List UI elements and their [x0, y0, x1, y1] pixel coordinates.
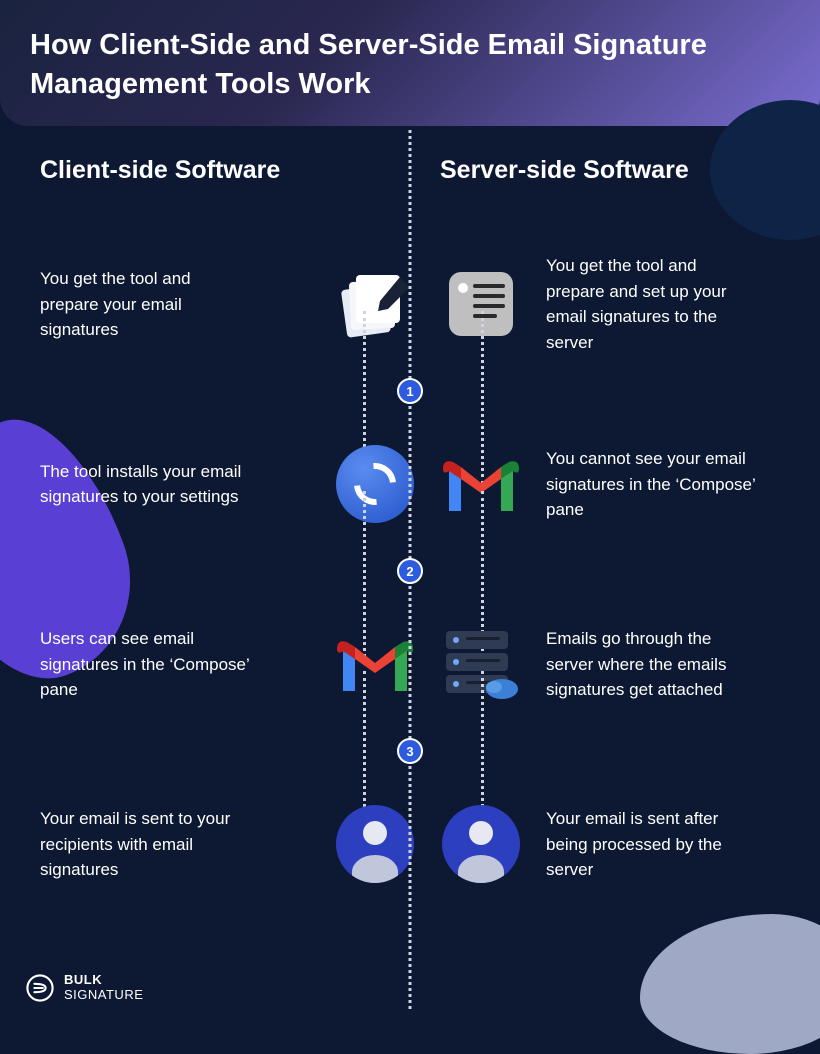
- sync-icon: [334, 443, 416, 525]
- step-item: Emails go through the server where the e…: [410, 589, 780, 739]
- user-icon: [440, 803, 522, 885]
- step-item: You get the tool and prepare and set up …: [410, 229, 780, 379]
- step-item: You get the tool and prepare your email …: [40, 229, 410, 379]
- gmail-icon: [334, 623, 416, 705]
- client-side-column: Client-side Software You get the tool an…: [40, 156, 410, 949]
- step-text: You get the tool and prepare and set up …: [546, 253, 756, 355]
- step-item: Users can see email signatures in the ‘C…: [40, 589, 410, 739]
- step-text: Your email is sent after being processed…: [546, 806, 756, 883]
- brand-logo: BULK SIGNATURE: [26, 973, 143, 1002]
- column-heading: Server-side Software: [410, 156, 780, 185]
- header: How Client-Side and Server-Side Email Si…: [0, 0, 820, 126]
- step-number-badge: 1: [397, 378, 423, 404]
- step-text: The tool installs your email signatures …: [40, 459, 250, 510]
- step-text: Users can see email signatures in the ‘C…: [40, 626, 250, 703]
- user-icon: [334, 803, 416, 885]
- logo-mark-icon: [26, 974, 54, 1002]
- step-item: Your email is sent to your recipients wi…: [40, 769, 410, 919]
- diagram-content: 1 2 3 Client-side Software You get the t…: [0, 126, 820, 969]
- page-title: How Client-Side and Server-Side Email Si…: [30, 26, 790, 104]
- step-item: You cannot see your email signatures in …: [410, 409, 780, 559]
- step-item: The tool installs your email signatures …: [40, 409, 410, 559]
- step-text: You get the tool and prepare your email …: [40, 266, 250, 343]
- server-side-column: Server-side Software You get the tool an…: [410, 156, 780, 949]
- step-text: You cannot see your email signatures in …: [546, 446, 756, 523]
- step-text: Emails go through the server where the e…: [546, 626, 756, 703]
- column-heading: Client-side Software: [40, 156, 410, 185]
- step-number-badge: 2: [397, 558, 423, 584]
- document-pen-icon: [334, 263, 416, 345]
- step-number-badge: 3: [397, 738, 423, 764]
- logo-text: BULK SIGNATURE: [64, 973, 143, 1002]
- step-item: Your email is sent after being processed…: [410, 769, 780, 919]
- step-text: Your email is sent to your recipients wi…: [40, 806, 250, 883]
